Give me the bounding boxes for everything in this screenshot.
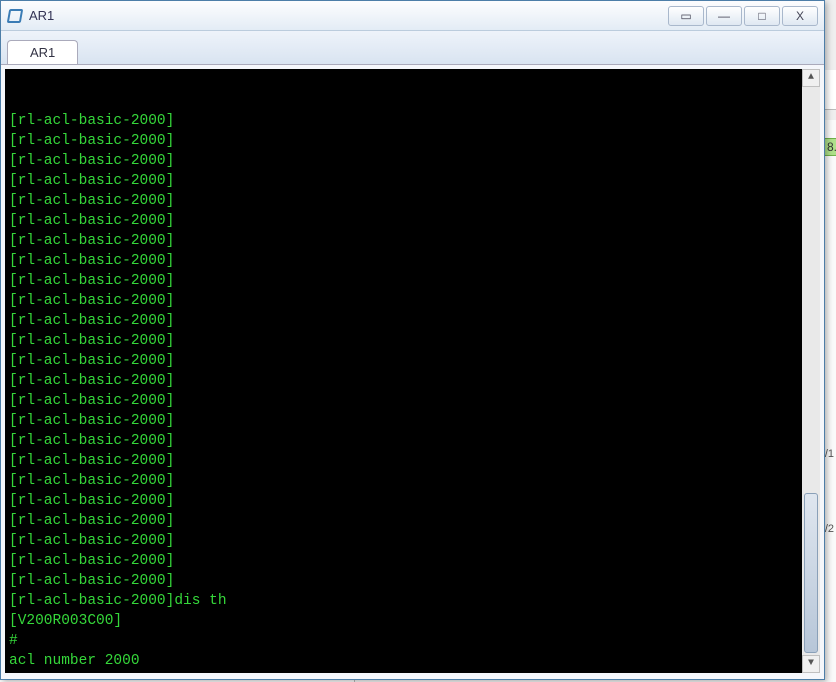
terminal-line: rule 5 permit source 10.0.0.0 0.255.255.… xyxy=(9,671,816,673)
terminal-line: [rl-acl-basic-2000] xyxy=(9,291,816,311)
terminal-line: [rl-acl-basic-2000] xyxy=(9,251,816,271)
window-extra-button[interactable]: ▭ xyxy=(668,6,704,26)
terminal-line: [rl-acl-basic-2000] xyxy=(9,351,816,371)
terminal-line: [rl-acl-basic-2000] xyxy=(9,331,816,351)
terminal-line: [rl-acl-basic-2000] xyxy=(9,171,816,191)
terminal-line: [rl-acl-basic-2000] xyxy=(9,551,816,571)
terminal-line: [rl-acl-basic-2000] xyxy=(9,391,816,411)
terminal-line: [rl-acl-basic-2000] xyxy=(9,371,816,391)
close-button[interactable]: X xyxy=(782,6,818,26)
terminal-window: AR1 ▭ — □ X AR1 [rl-acl-basic-2000][rl-a… xyxy=(0,0,825,680)
terminal-line: [rl-acl-basic-2000] xyxy=(9,451,816,471)
maximize-button[interactable]: □ xyxy=(744,6,780,26)
terminal-line: acl number 2000 xyxy=(9,651,816,671)
terminal-line: # xyxy=(9,631,816,651)
app-icon xyxy=(7,8,23,24)
titlebar[interactable]: AR1 ▭ — □ X xyxy=(1,1,824,31)
terminal-line: [rl-acl-basic-2000] xyxy=(9,311,816,331)
terminal-line: [rl-acl-basic-2000] xyxy=(9,151,816,171)
scroll-thumb[interactable] xyxy=(804,493,818,653)
terminal-scrollbar[interactable]: ▲ ▼ xyxy=(802,69,820,673)
terminal-tab[interactable]: AR1 xyxy=(7,40,78,64)
terminal-line: [rl-acl-basic-2000] xyxy=(9,111,816,131)
terminal-line: [rl-acl-basic-2000] xyxy=(9,571,816,591)
terminal-line: [rl-acl-basic-2000]dis th xyxy=(9,591,816,611)
terminal-output[interactable]: [rl-acl-basic-2000][rl-acl-basic-2000][r… xyxy=(5,69,820,673)
terminal-line: [rl-acl-basic-2000] xyxy=(9,211,816,231)
window-title: AR1 xyxy=(29,8,54,23)
terminal-line: [rl-acl-basic-2000] xyxy=(9,511,816,531)
terminal-line: [rl-acl-basic-2000] xyxy=(9,531,816,551)
terminal-line: [rl-acl-basic-2000] xyxy=(9,471,816,491)
terminal-line: [V200R003C00] xyxy=(9,611,816,631)
scroll-up-button[interactable]: ▲ xyxy=(802,69,820,87)
terminal-line: [rl-acl-basic-2000] xyxy=(9,431,816,451)
terminal-line: [rl-acl-basic-2000] xyxy=(9,271,816,291)
terminal-line: [rl-acl-basic-2000] xyxy=(9,491,816,511)
minimize-button[interactable]: — xyxy=(706,6,742,26)
terminal-line: [rl-acl-basic-2000] xyxy=(9,231,816,251)
terminal-line: [rl-acl-basic-2000] xyxy=(9,131,816,151)
scroll-down-button[interactable]: ▼ xyxy=(802,655,820,673)
terminal-line: [rl-acl-basic-2000] xyxy=(9,411,816,431)
terminal-line: [rl-acl-basic-2000] xyxy=(9,191,816,211)
tab-bar: AR1 xyxy=(1,31,824,65)
